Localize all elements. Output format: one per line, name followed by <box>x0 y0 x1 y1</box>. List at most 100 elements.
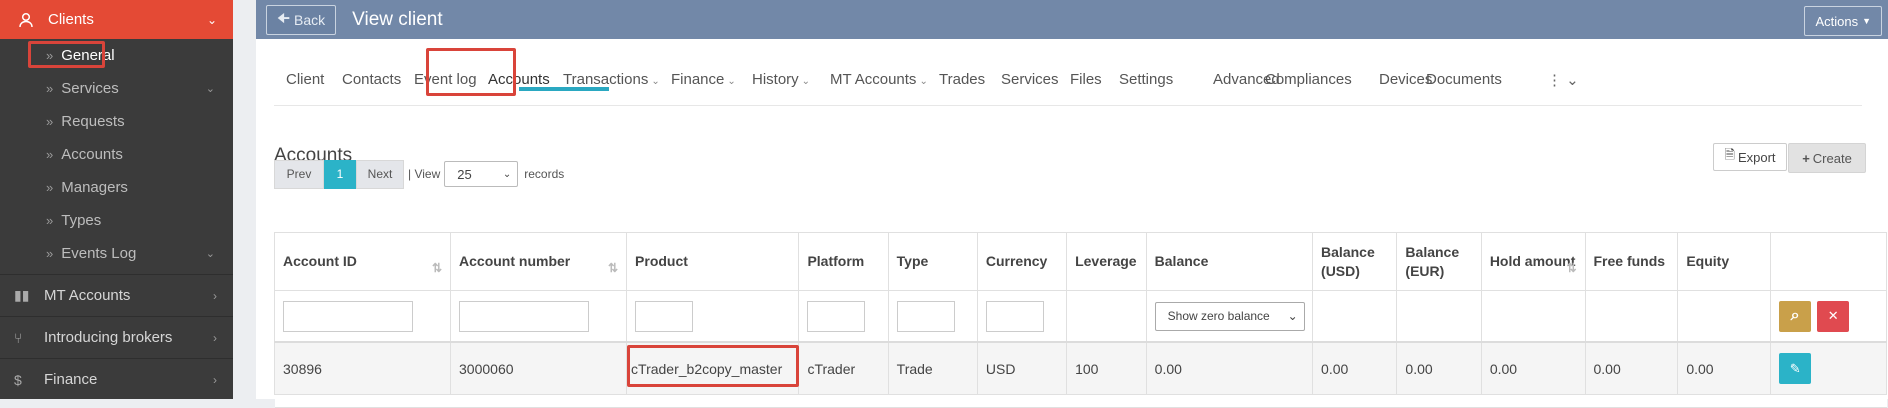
sidebar-item-accounts[interactable]: » Accounts <box>0 138 233 171</box>
tab-trades[interactable]: Trades <box>939 71 985 88</box>
more-options-icon[interactable]: ⋮ ⌄ <box>1547 71 1579 89</box>
tab-documents[interactable]: Documents <box>1426 71 1502 88</box>
edit-button[interactable]: ✎ <box>1779 353 1812 384</box>
tab-label: Services <box>1001 71 1059 88</box>
cell-balance: 0.00 <box>1145 341 1314 395</box>
cell-platform: cTrader <box>798 341 889 395</box>
column-header-label: Account number <box>459 253 571 269</box>
prev-page-button[interactable]: Prev <box>274 159 324 189</box>
sidebar-item-general[interactable]: » General <box>0 39 233 72</box>
arrow-left-icon: 🠈 <box>277 9 291 26</box>
column-header-balance-usd: Balance (USD) <box>1312 232 1398 291</box>
page-size-select[interactable]: 25 ⌄ <box>444 161 519 187</box>
close-icon: ✕ <box>1827 308 1839 323</box>
sidebar-item-requests[interactable]: » Requests <box>0 105 233 138</box>
clear-filters-button[interactable]: ✕ <box>1817 300 1850 332</box>
tab-accounts[interactable]: Accounts <box>488 71 550 88</box>
sidebar-item-label: Finance <box>44 371 98 388</box>
sidebar-item-introducing-brokers[interactable]: ⑂ Introducing brokers › <box>0 316 233 358</box>
sidebar-item-services[interactable]: » Services ⌄ <box>0 72 233 105</box>
tab-history[interactable]: History ⌄ <box>752 71 810 88</box>
create-button[interactable]: + Create <box>1788 143 1866 173</box>
sidebar-item-label: Events Log <box>61 245 137 262</box>
tab-client[interactable]: Client <box>286 71 324 88</box>
sidebar-item-finance[interactable]: $ Finance › <box>0 358 233 400</box>
tab-compliances[interactable]: Compliances <box>1265 71 1352 88</box>
chevron-down-icon: ⌄ <box>919 76 928 87</box>
filter-cell <box>1066 290 1147 343</box>
tab-label: Documents <box>1426 71 1502 88</box>
tab-contacts[interactable]: Contacts <box>342 71 401 88</box>
cell-balance-eur: 0.00 <box>1396 341 1482 395</box>
tab-finance[interactable]: Finance ⌄ <box>671 71 736 88</box>
plus-icon: + <box>1802 150 1810 166</box>
sidebar-item-mt-accounts[interactable]: ▮▮ MT Accounts › <box>0 274 233 316</box>
export-button[interactable]: 🗎 Export <box>1713 143 1787 171</box>
cell-hold-amount: 0.00 <box>1480 341 1586 395</box>
sidebar-item-label: Clients <box>48 11 94 28</box>
sidebar-item-label: General <box>61 47 115 64</box>
tab-settings[interactable]: Settings <box>1119 71 1173 88</box>
chevron-down-icon: ▼ <box>1862 16 1871 26</box>
cell-equity: 0.00 <box>1677 341 1772 395</box>
next-page-button[interactable]: Next <box>356 159 404 189</box>
page-title: View client <box>352 8 443 30</box>
column-header-label: Product <box>635 253 688 269</box>
tab-transactions[interactable]: Transactions ⌄ <box>563 71 660 88</box>
tab-event-log[interactable]: Event log <box>414 71 477 88</box>
tab-services[interactable]: Services <box>1001 71 1059 88</box>
sidebar-item-managers[interactable]: » Managers <box>0 171 233 204</box>
bar-chart-icon: ▮▮ <box>14 287 30 303</box>
back-button[interactable]: 🠈 Back <box>266 4 337 35</box>
double-chevron-right-icon: » <box>46 114 54 129</box>
filter-input-account-id[interactable] <box>283 300 413 332</box>
column-header-type: Type <box>887 232 978 291</box>
sort-icon: ⇅ <box>431 261 443 275</box>
sidebar-item-events-log[interactable]: » Events Log ⌄ <box>0 237 233 270</box>
column-header-equity: Equity <box>1677 232 1772 291</box>
column-header-label: Leverage <box>1075 253 1137 269</box>
sidebar-item-label: Services <box>61 80 119 97</box>
sidebar-item-types[interactable]: » Types <box>0 204 233 237</box>
column-header-product: Product <box>626 232 800 291</box>
filter-input-account-number[interactable] <box>459 300 590 332</box>
filter-cell <box>273 290 452 343</box>
chevron-right-icon: › <box>213 372 217 387</box>
column-header-free-funds: Free funds <box>1584 232 1679 291</box>
tab-mt-accounts[interactable]: MT Accounts ⌄ <box>830 71 928 88</box>
tab-label: Files <box>1070 71 1102 88</box>
double-chevron-right-icon: » <box>46 81 54 96</box>
column-header-balance-eur: Balance (EUR) <box>1396 232 1482 291</box>
chevron-down-icon: ⌄ <box>651 76 660 87</box>
filter-cell <box>887 290 978 343</box>
tab-files[interactable]: Files <box>1070 71 1102 88</box>
tab-label: Transactions <box>563 71 649 88</box>
sidebar-item-label: Introducing brokers <box>44 329 173 346</box>
column-header-hold-amount[interactable]: Hold amount ⇅ <box>1480 232 1586 291</box>
tab-devices[interactable]: Devices <box>1379 71 1432 88</box>
column-header-account-id[interactable]: Account ID ⇅ <box>273 232 452 291</box>
actions-button[interactable]: Actions ▼ <box>1804 6 1882 36</box>
chevron-down-icon: ⌄ <box>206 12 217 27</box>
filter-input-platform[interactable] <box>807 300 866 332</box>
chevron-down-icon: ⌄ <box>1287 309 1298 323</box>
sidebar-item-label: Types <box>61 212 102 229</box>
balance-filter-label: Show zero balance <box>1167 309 1270 323</box>
filter-input-product[interactable] <box>635 300 694 332</box>
cell-free-funds: 0.00 <box>1584 341 1679 395</box>
sidebar-item-clients[interactable]: Clients ⌄ <box>0 0 233 39</box>
double-chevron-right-icon: » <box>46 48 54 63</box>
filter-cell <box>450 290 628 343</box>
search-button[interactable]: ⌕ <box>1779 300 1812 332</box>
tab-label: Devices <box>1379 71 1433 88</box>
records-label: records <box>524 167 565 181</box>
tab-label: MT Accounts <box>830 71 917 88</box>
filter-input-type[interactable] <box>896 300 955 332</box>
column-header-account-number[interactable]: Account number ⇅ <box>450 232 628 291</box>
balance-filter-select[interactable]: Show zero balance ⌄ <box>1154 301 1305 331</box>
tab-label: Contacts <box>342 71 402 88</box>
page-1-button[interactable]: 1 <box>324 159 356 189</box>
filter-cell <box>798 290 889 343</box>
filter-input-currency[interactable] <box>985 300 1044 332</box>
sort-icon: ⇅ <box>607 261 619 275</box>
